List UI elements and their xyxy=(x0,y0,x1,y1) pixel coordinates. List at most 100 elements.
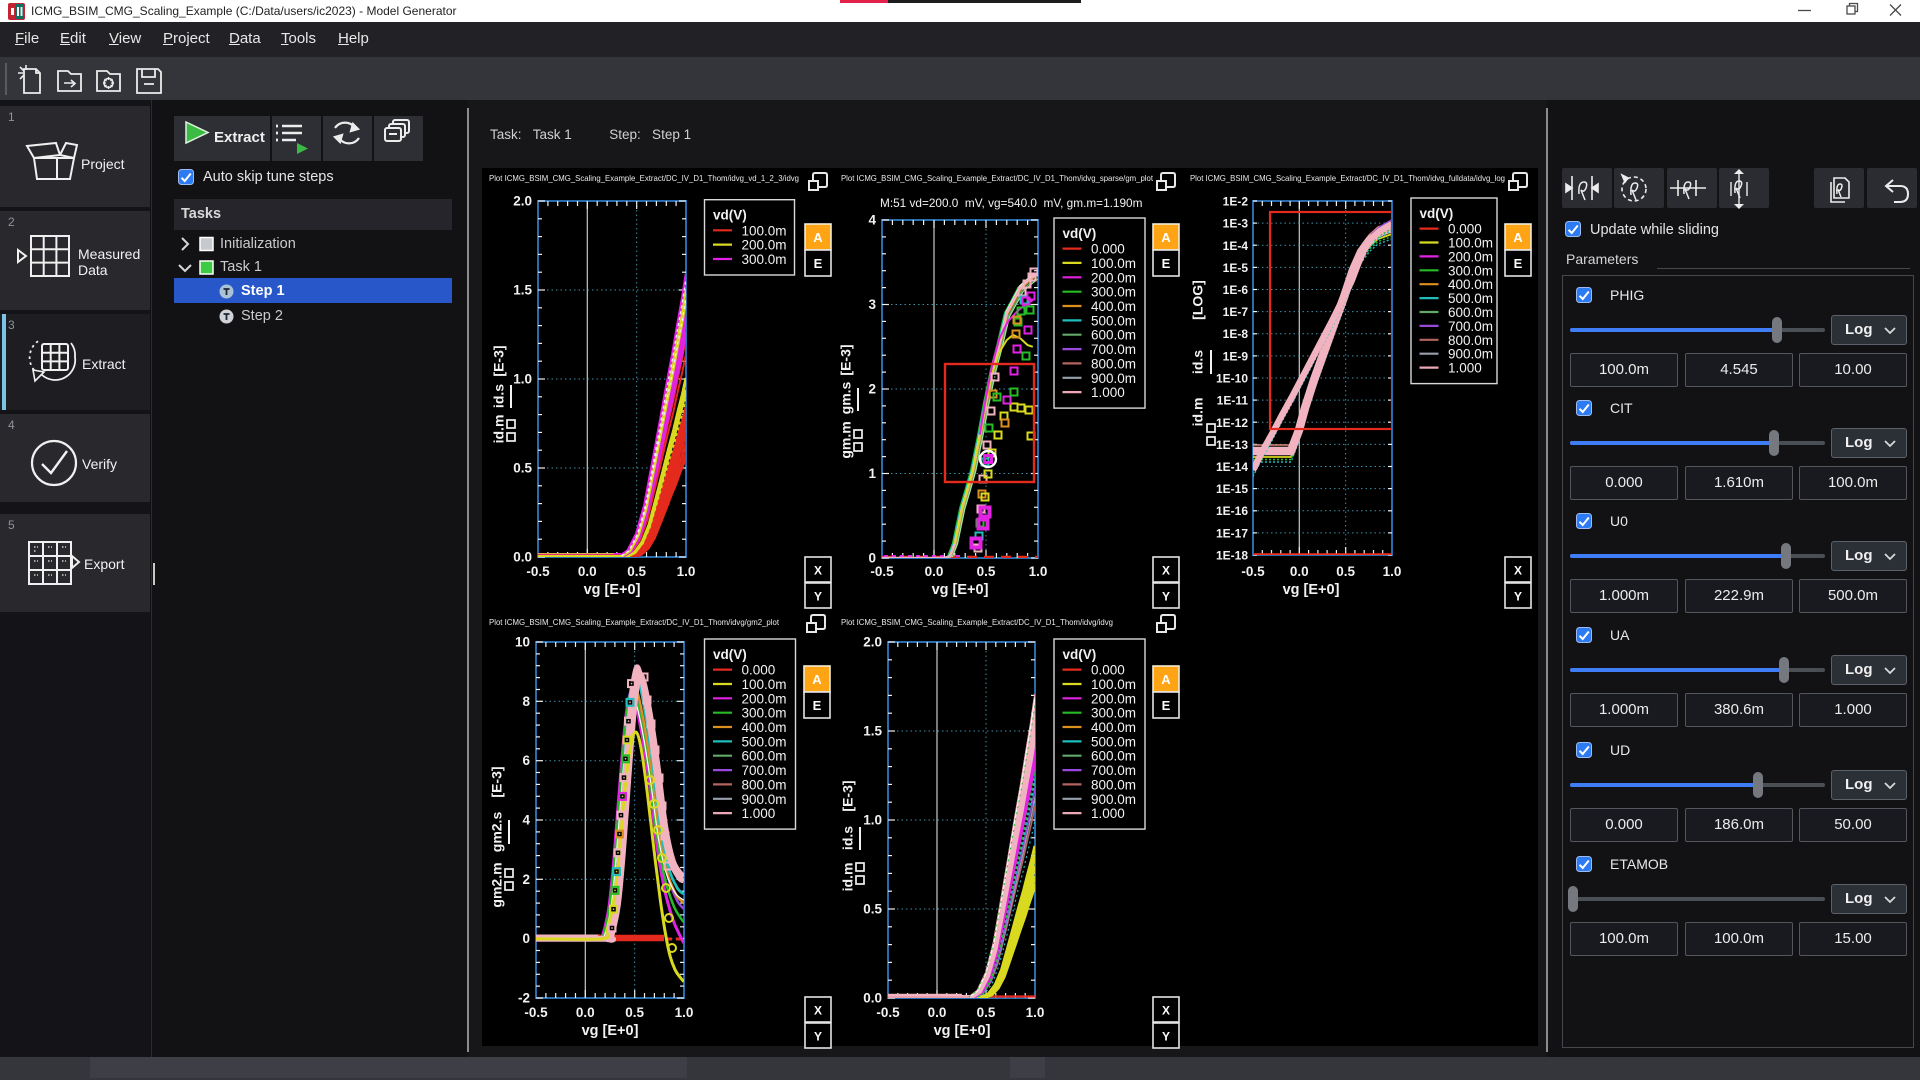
svg-text:vd(V): vd(V) xyxy=(1420,206,1454,221)
svg-text:0.5: 0.5 xyxy=(863,902,882,917)
svg-text:1.0: 1.0 xyxy=(513,372,532,387)
svg-text:2: 2 xyxy=(522,872,530,887)
svg-text:A: A xyxy=(813,230,823,245)
svg-text:0.000: 0.000 xyxy=(1091,663,1125,678)
svg-text:1E-17: 1E-17 xyxy=(1216,526,1248,540)
svg-text:600.0m: 600.0m xyxy=(1091,749,1136,764)
svg-text:400.0m: 400.0m xyxy=(1091,720,1136,735)
svg-text:vd(V): vd(V) xyxy=(1063,226,1097,241)
svg-text:800.0m: 800.0m xyxy=(1448,333,1493,348)
svg-text:Y: Y xyxy=(1162,1030,1170,1044)
svg-text:2.0: 2.0 xyxy=(863,635,882,650)
svg-text:700.0m: 700.0m xyxy=(742,763,787,778)
svg-text:id.m: id.m xyxy=(491,415,507,444)
svg-text:300.0m: 300.0m xyxy=(742,252,787,267)
svg-text:2.0: 2.0 xyxy=(513,194,532,209)
svg-text:0.0: 0.0 xyxy=(925,564,944,579)
svg-text:A: A xyxy=(1161,672,1171,687)
svg-text:X: X xyxy=(1162,564,1170,578)
svg-text:Plot ICMG_BSIM_CMG_Scaling_Exa: Plot ICMG_BSIM_CMG_Scaling_Example_Extra… xyxy=(489,617,780,627)
svg-text:gm2.m: gm2.m xyxy=(489,862,505,907)
svg-text:1E-10: 1E-10 xyxy=(1216,372,1248,386)
svg-text:1.0: 1.0 xyxy=(863,813,882,828)
svg-text:10: 10 xyxy=(515,635,530,650)
svg-text:[E-3]: [E-3] xyxy=(489,766,505,797)
svg-text:Y: Y xyxy=(814,1030,822,1044)
svg-text:1E-9: 1E-9 xyxy=(1223,349,1249,363)
svg-text:700.0m: 700.0m xyxy=(1091,763,1136,778)
svg-text:100.0m: 100.0m xyxy=(742,677,787,692)
svg-text:700.0m: 700.0m xyxy=(1091,342,1136,357)
svg-text:500.0m: 500.0m xyxy=(742,734,787,749)
svg-text:vd(V): vd(V) xyxy=(1063,647,1097,662)
svg-text:1E-6: 1E-6 xyxy=(1223,283,1249,297)
svg-text:-0.5: -0.5 xyxy=(870,564,894,579)
svg-text:id.s: id.s xyxy=(1190,350,1206,374)
svg-text:300.0m: 300.0m xyxy=(742,706,787,721)
svg-text:0.0: 0.0 xyxy=(1290,564,1309,579)
svg-text:1E-11: 1E-11 xyxy=(1217,394,1249,408)
svg-text:1E-15: 1E-15 xyxy=(1216,482,1248,496)
svg-text:400.0m: 400.0m xyxy=(1091,299,1136,314)
svg-text:200.0m: 200.0m xyxy=(1091,270,1136,285)
svg-text:[LOG]: [LOG] xyxy=(1190,280,1206,320)
svg-text:0.0: 0.0 xyxy=(578,564,597,579)
svg-text:E: E xyxy=(814,256,823,271)
svg-text:1.5: 1.5 xyxy=(863,724,882,739)
svg-text:vg [E+0]: vg [E+0] xyxy=(584,582,641,598)
svg-text:Plot ICMG_BSIM_CMG_Scaling_Exa: Plot ICMG_BSIM_CMG_Scaling_Example_Extra… xyxy=(841,173,1154,183)
svg-text:0: 0 xyxy=(868,551,876,566)
svg-text:500.0m: 500.0m xyxy=(1448,291,1493,306)
svg-text:1E-12: 1E-12 xyxy=(1216,416,1248,430)
svg-text:gm.m: gm.m xyxy=(838,421,854,458)
svg-text:800.0m: 800.0m xyxy=(1091,356,1136,371)
svg-text:300.0m: 300.0m xyxy=(1091,285,1136,300)
svg-text:400.0m: 400.0m xyxy=(742,720,787,735)
svg-text:300.0m: 300.0m xyxy=(1091,706,1136,721)
svg-text:1E-14: 1E-14 xyxy=(1216,460,1248,474)
svg-text:100.0m: 100.0m xyxy=(1448,236,1493,251)
svg-text:[E-3]: [E-3] xyxy=(491,345,507,376)
svg-text:X: X xyxy=(814,1004,822,1018)
svg-text:Y: Y xyxy=(814,590,822,604)
svg-text:1.0: 1.0 xyxy=(1383,564,1402,579)
svg-text:1.0: 1.0 xyxy=(675,1005,694,1020)
svg-text:E: E xyxy=(1162,698,1171,713)
svg-text:Plot ICMG_BSIM_CMG_Scaling_Exa: Plot ICMG_BSIM_CMG_Scaling_Example_Extra… xyxy=(489,173,799,183)
svg-text:id.s: id.s xyxy=(840,826,856,850)
svg-text:1E-3: 1E-3 xyxy=(1223,217,1249,231)
svg-text:1E-7: 1E-7 xyxy=(1223,305,1249,319)
svg-text:0.0: 0.0 xyxy=(863,991,882,1006)
svg-text:Y: Y xyxy=(1162,590,1170,604)
svg-text:600.0m: 600.0m xyxy=(1091,328,1136,343)
svg-text:E: E xyxy=(813,698,822,713)
svg-text:-2: -2 xyxy=(518,991,530,1006)
svg-text:1.0: 1.0 xyxy=(1029,564,1048,579)
svg-text:0.000: 0.000 xyxy=(1091,242,1125,257)
svg-text:-0.5: -0.5 xyxy=(524,1005,548,1020)
svg-text:4: 4 xyxy=(522,813,530,828)
svg-text:vd(V): vd(V) xyxy=(713,208,747,223)
svg-text:0.5: 0.5 xyxy=(513,461,532,476)
svg-text:4: 4 xyxy=(868,213,876,228)
svg-text:1E-16: 1E-16 xyxy=(1216,504,1248,518)
svg-text:6: 6 xyxy=(522,753,530,768)
svg-text:100.0m: 100.0m xyxy=(1091,256,1136,271)
svg-text:1E-13: 1E-13 xyxy=(1216,438,1248,452)
svg-text:500.0m: 500.0m xyxy=(1091,734,1136,749)
svg-text:id.s: id.s xyxy=(491,384,507,408)
svg-text:0.0: 0.0 xyxy=(576,1005,595,1020)
svg-text:Plot ICMG_BSIM_CMG_Scaling_Exa: Plot ICMG_BSIM_CMG_Scaling_Example_Extra… xyxy=(841,617,1113,627)
svg-text:1E-18: 1E-18 xyxy=(1216,549,1248,563)
svg-text:900.0m: 900.0m xyxy=(1091,792,1136,807)
svg-text:200.0m: 200.0m xyxy=(742,691,787,706)
svg-text:600.0m: 600.0m xyxy=(1448,305,1493,320)
svg-text:gm.s: gm.s xyxy=(838,381,854,414)
svg-text:900.0m: 900.0m xyxy=(1091,371,1136,386)
svg-text:100.0m: 100.0m xyxy=(1091,677,1136,692)
svg-text:vg [E+0]: vg [E+0] xyxy=(932,582,989,598)
svg-text:100.0m: 100.0m xyxy=(742,223,787,238)
svg-text:1E-8: 1E-8 xyxy=(1223,327,1249,341)
svg-text:Plot ICMG_BSIM_CMG_Scaling_Exa: Plot ICMG_BSIM_CMG_Scaling_Example_Extra… xyxy=(1190,173,1505,183)
svg-text:1E-2: 1E-2 xyxy=(1223,195,1249,209)
